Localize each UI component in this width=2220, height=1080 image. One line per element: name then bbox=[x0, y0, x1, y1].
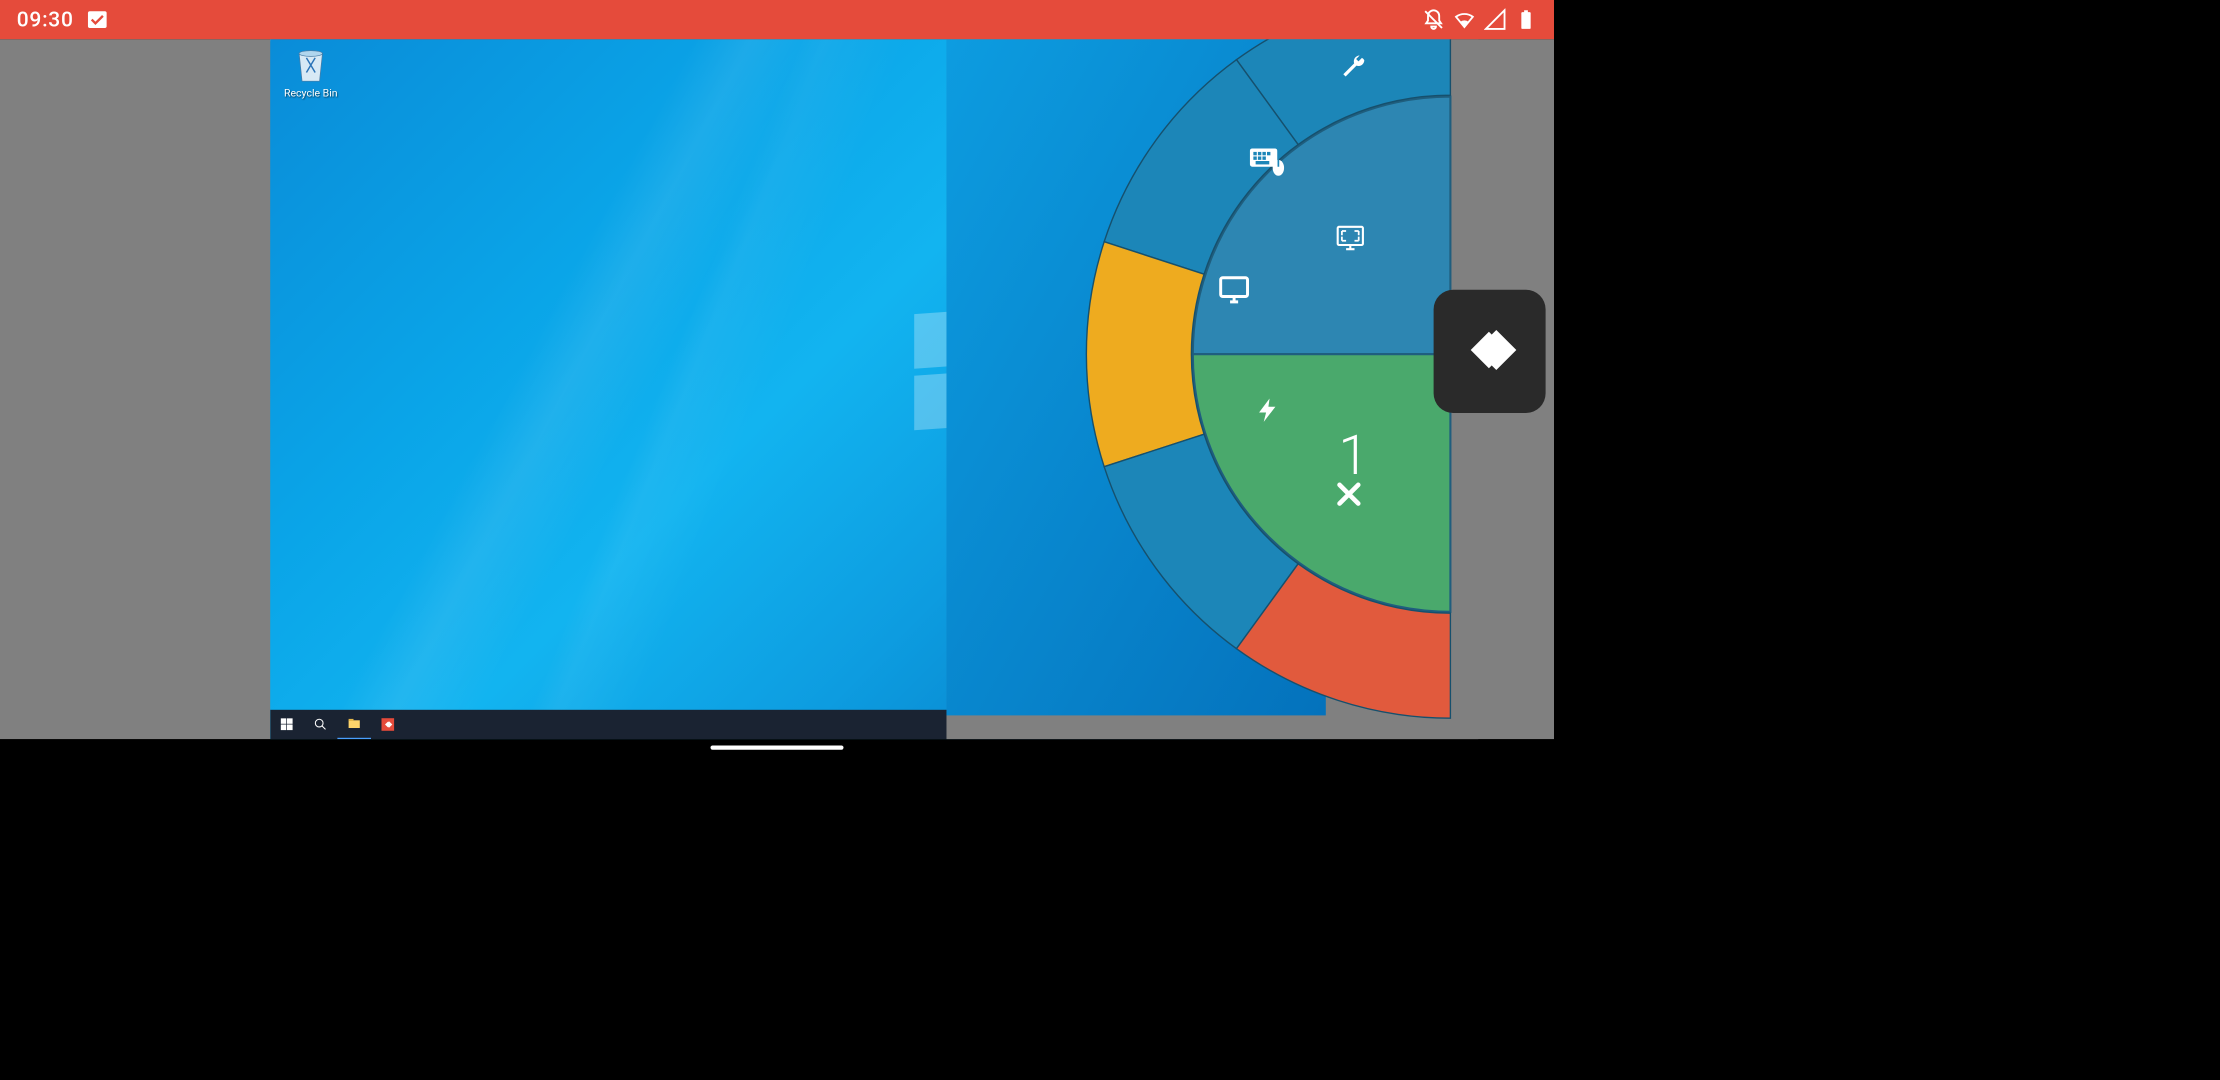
taskbar-search-button[interactable] bbox=[304, 710, 338, 739]
anydesk-logo-icon bbox=[1451, 325, 1528, 378]
taskbar-right: 09:31 29 Jul 2019 bbox=[1085, 710, 1313, 739]
start-button[interactable] bbox=[270, 710, 304, 739]
android-nav-bar bbox=[0, 739, 1554, 756]
remote-desktop-viewport[interactable]: Recycle Bin bbox=[270, 39, 1313, 739]
status-bar-right bbox=[1422, 8, 1537, 30]
tray-keyboard-icon[interactable] bbox=[1203, 710, 1223, 739]
battery-icon bbox=[1515, 8, 1537, 30]
nav-home-pill[interactable] bbox=[711, 746, 844, 750]
anydesk-small-icon bbox=[382, 718, 395, 731]
taskbar-clock-time: 09:31 bbox=[1229, 714, 1276, 725]
desktop-icon-recycle-bin[interactable]: Recycle Bin bbox=[277, 46, 344, 99]
windows-taskbar[interactable]: 09:31 29 Jul 2019 bbox=[270, 710, 1313, 739]
taskbar-notifications-button[interactable] bbox=[1284, 719, 1313, 730]
taskbar-left bbox=[270, 710, 404, 739]
tray-battery-icon[interactable] bbox=[1124, 710, 1144, 739]
taskbar-anydesk-button[interactable] bbox=[371, 710, 405, 739]
tray-volume-icon[interactable] bbox=[1164, 710, 1184, 739]
windows-logo-wallpaper bbox=[914, 312, 1033, 431]
taskbar-clock[interactable]: 09:31 29 Jul 2019 bbox=[1222, 714, 1283, 736]
tray-security-icon[interactable] bbox=[1105, 710, 1125, 739]
app-root: 09:30 bbox=[0, 0, 1554, 756]
android-status-bar: 09:30 bbox=[0, 0, 1554, 39]
task-check-icon bbox=[86, 8, 108, 30]
status-bar-left: 09:30 bbox=[17, 7, 109, 32]
taskbar-clock-date: 29 Jul 2019 bbox=[1229, 725, 1276, 736]
taskbar-file-explorer-button[interactable] bbox=[337, 710, 371, 739]
tray-wifi-icon[interactable] bbox=[1144, 710, 1164, 739]
viewport-background: Recycle Bin bbox=[0, 39, 1554, 739]
dnd-off-icon bbox=[1422, 8, 1444, 30]
menu-handle-tab[interactable] bbox=[1434, 290, 1546, 413]
tray-connector-icon[interactable] bbox=[1183, 710, 1203, 739]
tray-anydesk-icon[interactable] bbox=[1085, 710, 1105, 739]
status-clock: 09:30 bbox=[17, 7, 74, 32]
wifi-icon bbox=[1453, 8, 1475, 30]
desktop-icon-label: Recycle Bin bbox=[277, 87, 344, 100]
recycle-bin-icon bbox=[293, 46, 328, 82]
signal-icon bbox=[1484, 8, 1506, 30]
